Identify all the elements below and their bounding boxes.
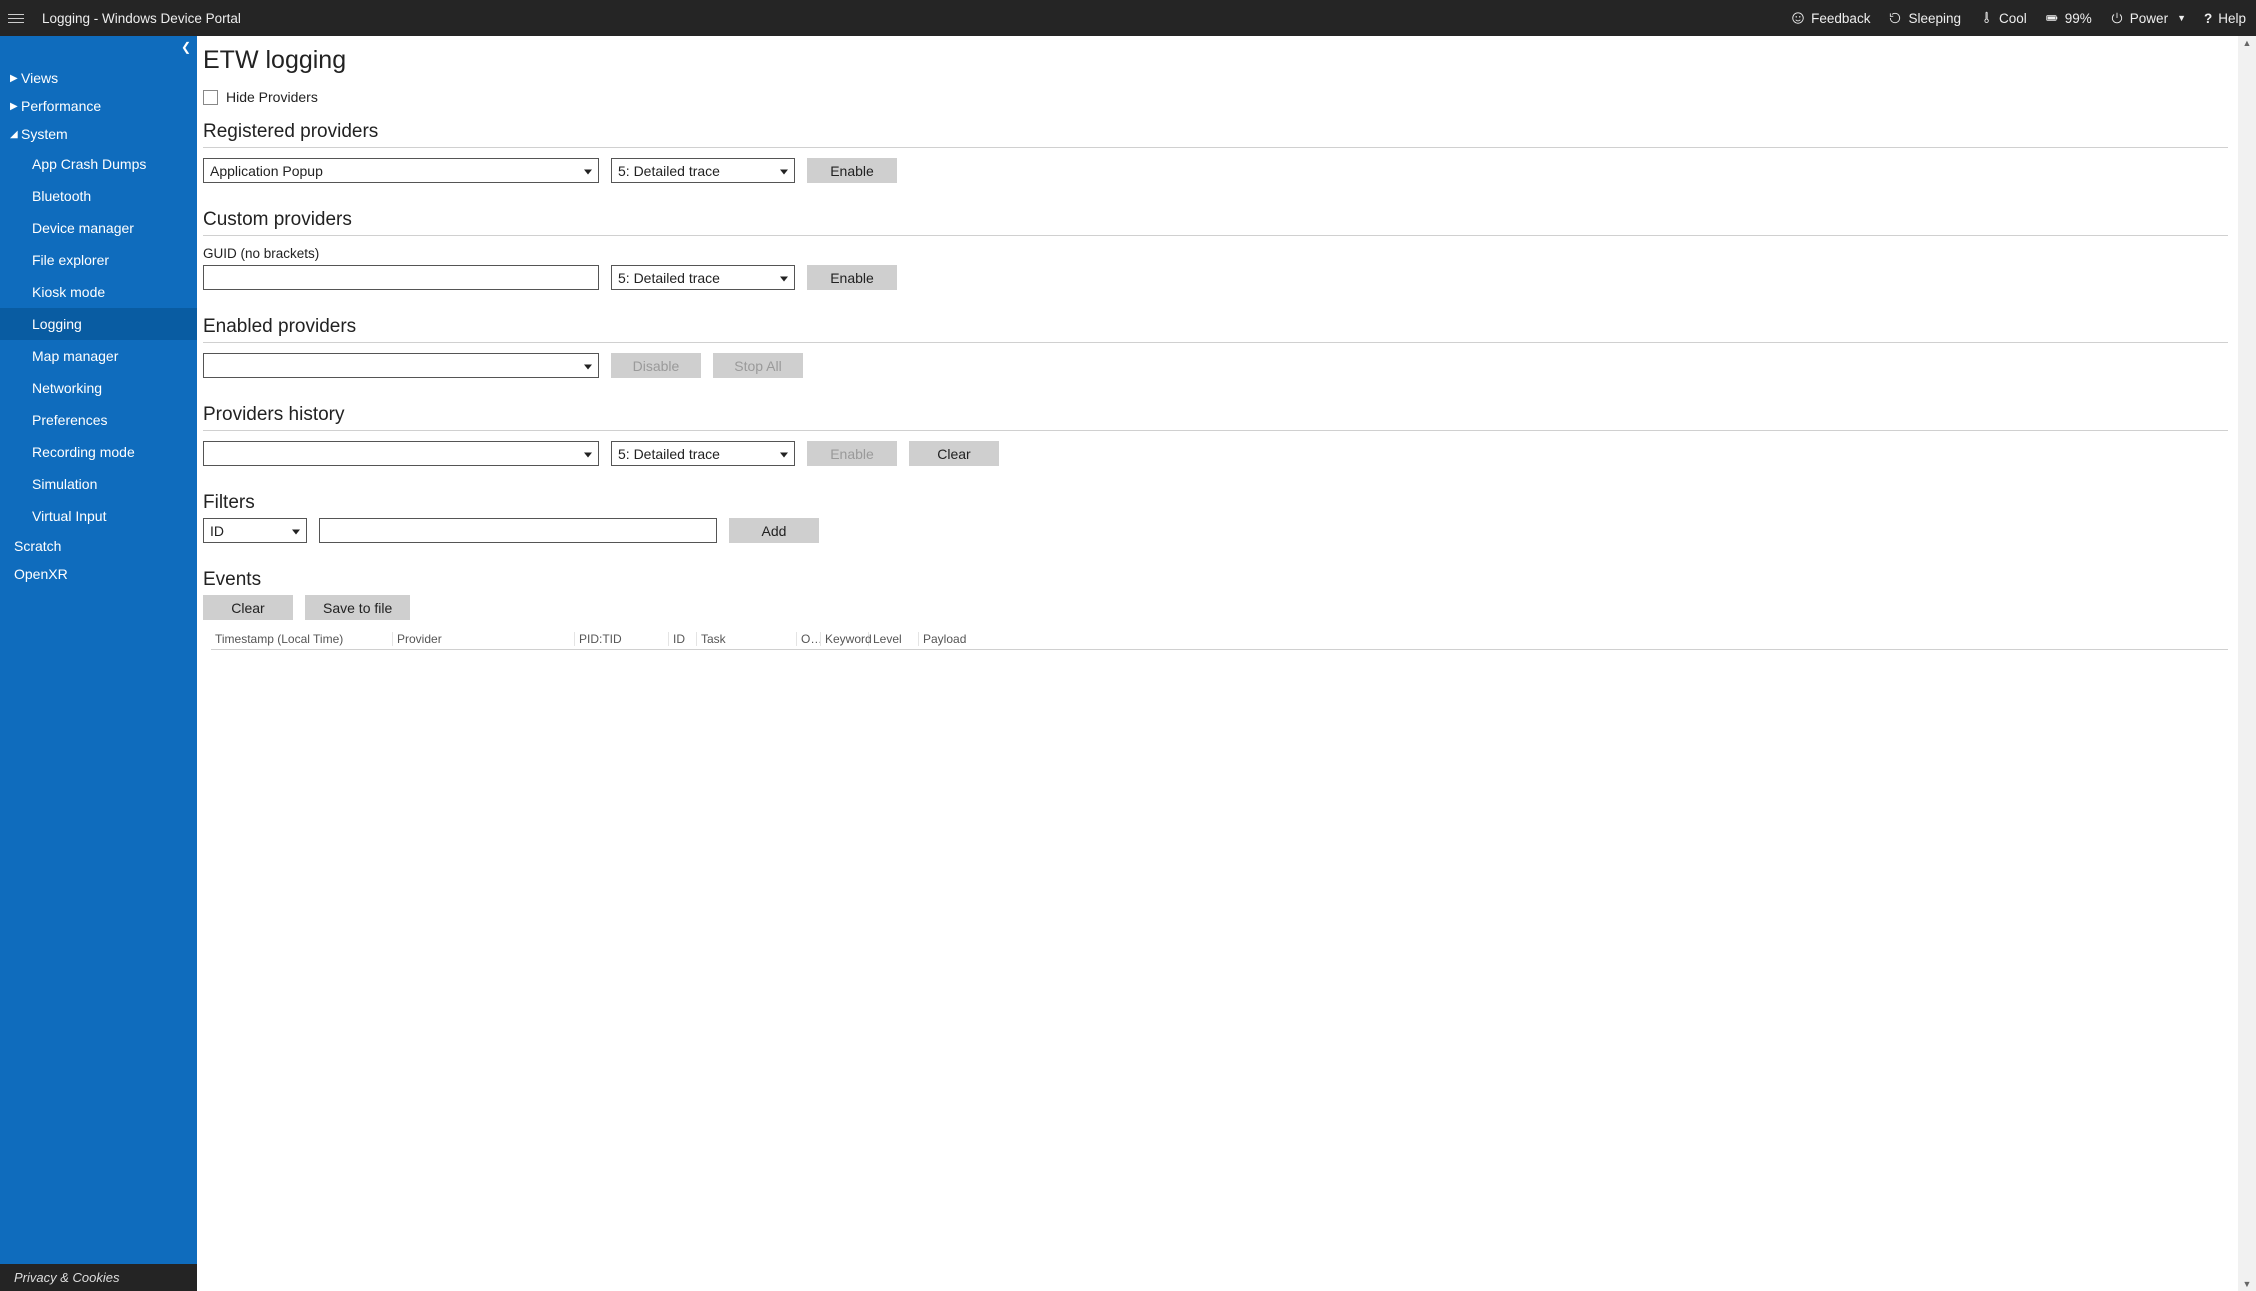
- sleep-label: Sleeping: [1908, 11, 1961, 26]
- scroll-up-icon[interactable]: ▲: [2243, 38, 2252, 48]
- window-title: Logging - Windows Device Portal: [42, 11, 241, 26]
- history-level-select[interactable]: 5: Detailed trace: [611, 441, 795, 466]
- menu-icon[interactable]: [8, 8, 28, 28]
- nav-views[interactable]: ▶ Views: [0, 64, 197, 92]
- filter-field-value: ID: [210, 523, 224, 539]
- history-enable-button[interactable]: Enable: [807, 441, 897, 466]
- privacy-cookies-link[interactable]: Privacy & Cookies: [0, 1264, 197, 1291]
- col-id[interactable]: ID: [669, 632, 697, 646]
- nav-system[interactable]: ◢ System: [0, 120, 197, 148]
- registered-providers-heading: Registered providers: [203, 121, 2234, 143]
- feedback-label: Feedback: [1811, 11, 1870, 26]
- caret-right-icon: ▶: [10, 73, 19, 84]
- history-icon: [1888, 11, 1902, 25]
- nav-logging[interactable]: Logging: [0, 308, 197, 340]
- battery-status[interactable]: 99%: [2045, 11, 2092, 26]
- caret-down-icon: ◢: [10, 129, 19, 140]
- nav-kiosk-mode[interactable]: Kiosk mode: [0, 276, 197, 308]
- col-level[interactable]: Level: [869, 632, 919, 646]
- registered-provider-select[interactable]: Application Popup: [203, 158, 599, 183]
- nav-networking[interactable]: Networking: [0, 372, 197, 404]
- help-label: Help: [2218, 11, 2246, 26]
- power-menu[interactable]: Power ▼: [2110, 11, 2186, 26]
- nav-openxr[interactable]: OpenXR: [0, 560, 197, 588]
- registered-level-value: 5: Detailed trace: [618, 163, 720, 179]
- filter-field-select[interactable]: ID: [203, 518, 307, 543]
- battery-icon: [2045, 11, 2059, 25]
- events-save-button[interactable]: Save to file: [305, 595, 410, 620]
- power-icon: [2110, 11, 2124, 25]
- custom-level-value: 5: Detailed trace: [618, 270, 720, 286]
- caret-right-icon: ▶: [10, 101, 19, 112]
- battery-label: 99%: [2065, 11, 2092, 26]
- events-heading: Events: [203, 569, 2234, 591]
- filters-heading: Filters: [203, 492, 2234, 514]
- enabled-stopall-button[interactable]: Stop All: [713, 353, 803, 378]
- nav-system-label: System: [21, 126, 68, 142]
- temperature-status[interactable]: Cool: [1979, 11, 2027, 26]
- feedback-button[interactable]: Feedback: [1791, 11, 1870, 26]
- filter-value-input[interactable]: [319, 518, 717, 543]
- nav-preferences[interactable]: Preferences: [0, 404, 197, 436]
- chevron-down-icon: ▼: [2177, 13, 2186, 23]
- sidebar: ❮ ▶ Views ▶ Performance ◢ System App Cra…: [0, 36, 197, 1291]
- nav-bluetooth[interactable]: Bluetooth: [0, 180, 197, 212]
- custom-enable-button[interactable]: Enable: [807, 265, 897, 290]
- divider: [203, 430, 2228, 431]
- thermometer-icon: [1979, 11, 1993, 25]
- registered-enable-button[interactable]: Enable: [807, 158, 897, 183]
- col-task[interactable]: Task: [697, 632, 797, 646]
- help-button[interactable]: ? Help: [2204, 11, 2246, 26]
- nav-file-explorer[interactable]: File explorer: [0, 244, 197, 276]
- col-timestamp[interactable]: Timestamp (Local Time): [211, 632, 393, 646]
- nav-scratch[interactable]: Scratch: [0, 532, 197, 560]
- nav-map-manager[interactable]: Map manager: [0, 340, 197, 372]
- top-bar: Logging - Windows Device Portal Feedback…: [0, 0, 2256, 36]
- events-clear-button[interactable]: Clear: [203, 595, 293, 620]
- smiley-icon: [1791, 11, 1805, 25]
- custom-level-select[interactable]: 5: Detailed trace: [611, 265, 795, 290]
- enabled-providers-heading: Enabled providers: [203, 316, 2234, 338]
- nav-recording-mode[interactable]: Recording mode: [0, 436, 197, 468]
- page-title: ETW logging: [203, 46, 2234, 75]
- history-level-value: 5: Detailed trace: [618, 446, 720, 462]
- custom-guid-input[interactable]: [203, 265, 599, 290]
- col-keyword[interactable]: Keyword: [821, 632, 869, 646]
- main-content: ETW logging Hide Providers Registered pr…: [197, 36, 2238, 1291]
- history-provider-select[interactable]: [203, 441, 599, 466]
- power-label: Power: [2130, 11, 2168, 26]
- hide-providers-label: Hide Providers: [226, 89, 318, 105]
- enabled-disable-button[interactable]: Disable: [611, 353, 701, 378]
- nav-device-manager[interactable]: Device manager: [0, 212, 197, 244]
- col-pidtid[interactable]: PID:TID: [575, 632, 669, 646]
- vertical-scrollbar[interactable]: ▲ ▼: [2238, 36, 2256, 1291]
- collapse-sidebar-icon[interactable]: ❮: [181, 40, 191, 54]
- registered-level-select[interactable]: 5: Detailed trace: [611, 158, 795, 183]
- divider: [203, 147, 2228, 148]
- nav-performance[interactable]: ▶ Performance: [0, 92, 197, 120]
- filter-add-button[interactable]: Add: [729, 518, 819, 543]
- nav-simulation[interactable]: Simulation: [0, 468, 197, 500]
- question-icon: ?: [2204, 11, 2212, 26]
- nav-app-crash-dumps[interactable]: App Crash Dumps: [0, 148, 197, 180]
- nav-views-label: Views: [21, 70, 58, 86]
- registered-provider-value: Application Popup: [210, 163, 323, 179]
- col-provider[interactable]: Provider: [393, 632, 575, 646]
- divider: [203, 342, 2228, 343]
- enabled-provider-select[interactable]: [203, 353, 599, 378]
- hide-providers-checkbox[interactable]: [203, 90, 218, 105]
- events-table-header: Timestamp (Local Time) Provider PID:TID …: [211, 630, 2228, 650]
- sleep-status[interactable]: Sleeping: [1888, 11, 1961, 26]
- custom-providers-heading: Custom providers: [203, 209, 2234, 231]
- nav-virtual-input[interactable]: Virtual Input: [0, 500, 197, 532]
- scroll-down-icon[interactable]: ▼: [2243, 1279, 2252, 1289]
- history-clear-button[interactable]: Clear: [909, 441, 999, 466]
- divider: [203, 235, 2228, 236]
- temperature-label: Cool: [1999, 11, 2027, 26]
- col-payload[interactable]: Payload: [919, 632, 2228, 646]
- nav-performance-label: Performance: [21, 98, 101, 114]
- col-opcode[interactable]: O…: [797, 632, 821, 646]
- providers-history-heading: Providers history: [203, 404, 2234, 426]
- custom-guid-hint: GUID (no brackets): [203, 246, 2234, 261]
